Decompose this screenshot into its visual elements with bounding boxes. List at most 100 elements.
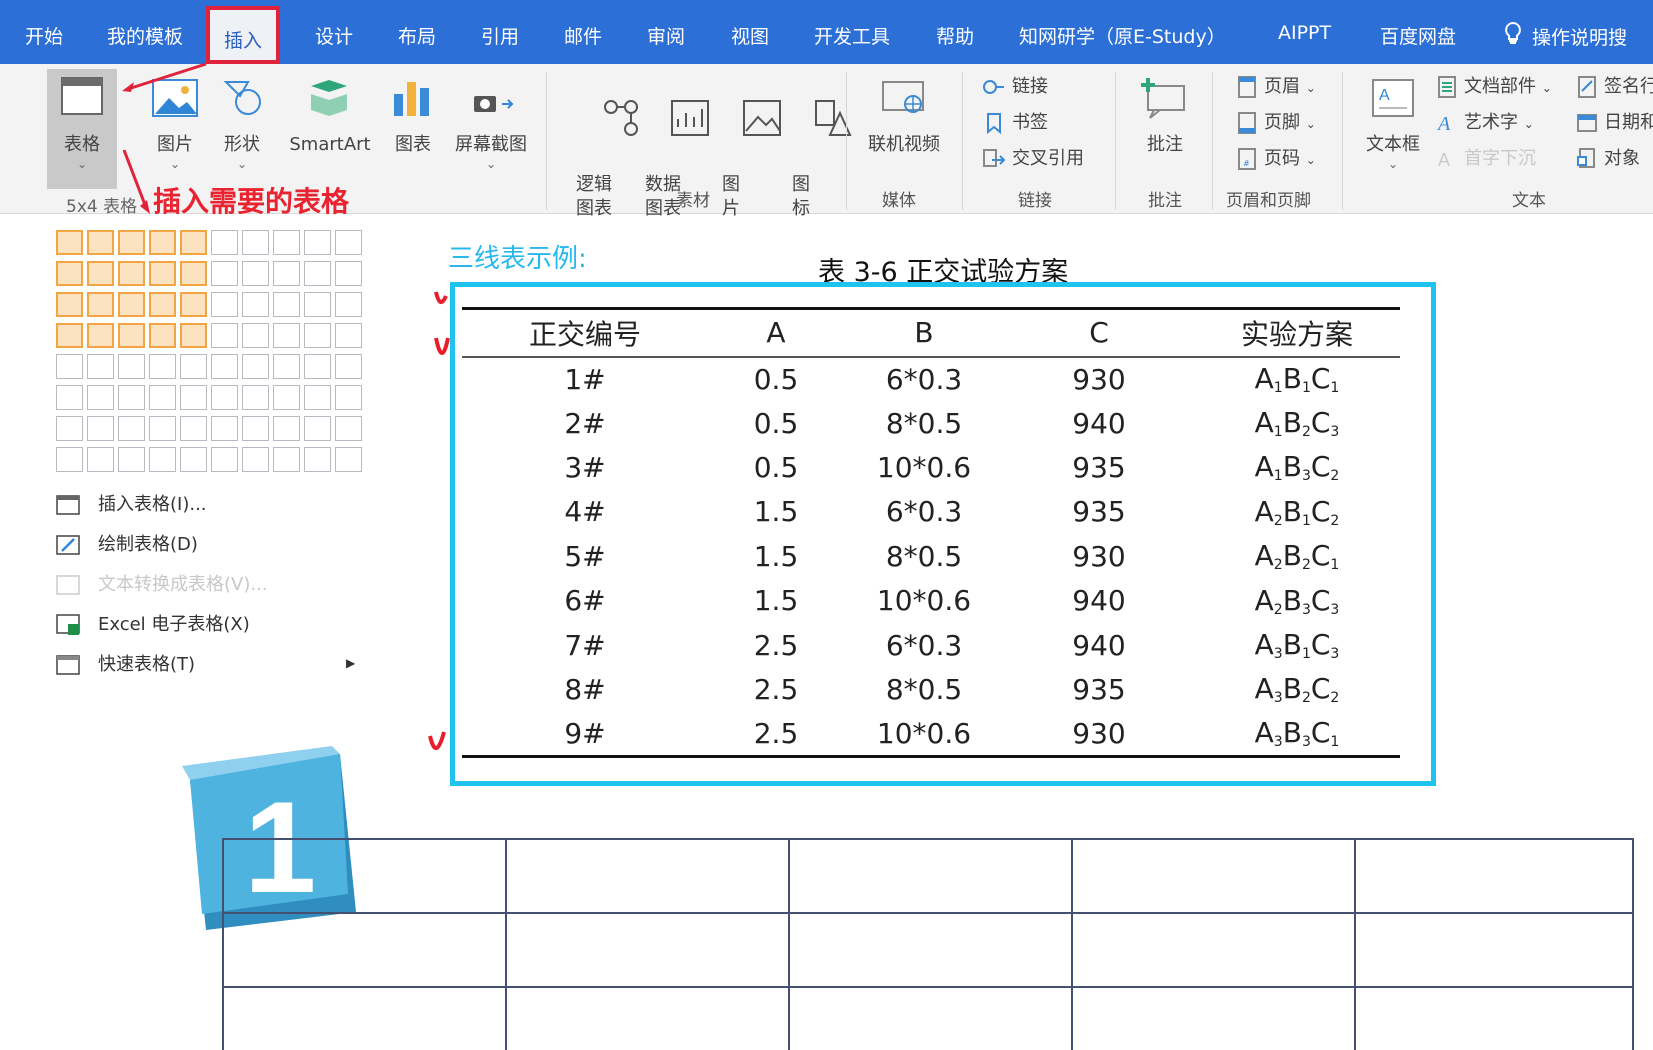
scheme-cell: A3B3C1 <box>1194 711 1400 758</box>
subscript: 3 <box>1273 646 1283 663</box>
table-cell: 1.5 <box>753 539 799 573</box>
table-border <box>222 986 1633 988</box>
red-arrowhead-icon <box>122 82 134 92</box>
table-cell: 2.5 <box>753 672 799 706</box>
table-cell: 8# <box>564 672 606 706</box>
table-cell: 10*0.6 <box>876 450 972 484</box>
header-cell: A <box>708 307 844 358</box>
subscript: 3 <box>1301 468 1311 485</box>
scheme-cell: A3B2C2 <box>1254 672 1340 707</box>
word-window: 开始 我的模板 插入 设计 布局 引用 邮件 审阅 视图 开发工具 帮助 知网研… <box>0 0 1653 1050</box>
subscript: 3 <box>1330 646 1340 663</box>
table-border <box>1354 838 1356 1050</box>
subscript: 3 <box>1330 424 1340 441</box>
table-cell: 930 <box>1072 362 1126 396</box>
table-border <box>1632 838 1634 1050</box>
subscript: 1 <box>1273 380 1283 397</box>
subscript: 1 <box>1301 646 1311 663</box>
subscript: 1 <box>1330 380 1340 397</box>
table-row: 7# 2.5 6*0.3 940 A3B1C3 <box>462 623 1400 667</box>
subscript: 2 <box>1273 557 1283 574</box>
table-cell: 10*0.6 <box>844 711 1004 758</box>
red-arrow-line <box>127 62 207 91</box>
subscript: 1 <box>1301 380 1311 397</box>
table-row: 4# 1.5 6*0.3 935 A2B1C2 <box>462 490 1400 534</box>
red-arrowhead-icon <box>140 200 150 214</box>
subscript: 2 <box>1301 424 1311 441</box>
table-cell: 940 <box>1072 584 1126 618</box>
table-row: 6# 1.5 10*0.6 940 A2B3C3 <box>462 578 1400 622</box>
table-cell: 6*0.3 <box>885 628 963 662</box>
table-row: 9# 2.5 10*0.6 930 A3B3C1 <box>462 711 1400 758</box>
scheme-cell: A2B1C2 <box>1254 494 1340 529</box>
table-cell: 935 <box>1072 672 1126 706</box>
table-cell: 940 <box>1072 628 1126 662</box>
table-row: 1# 0.5 6*0.3 930 A1B1C1 <box>462 357 1400 401</box>
table-cell: 930 <box>1072 539 1126 573</box>
subscript: 3 <box>1273 690 1283 707</box>
header-cell: B <box>844 307 1004 358</box>
table-cell: 0.5 <box>753 362 799 396</box>
subscript: 1 <box>1330 557 1340 574</box>
table-cell: 2.5 <box>708 711 844 758</box>
table-border <box>1071 838 1073 1050</box>
subscript: 2 <box>1330 690 1340 707</box>
table-row: 8# 2.5 8*0.5 935 A3B2C2 <box>462 667 1400 711</box>
table-cell: 2.5 <box>753 628 799 662</box>
table-cell: 4# <box>564 495 606 529</box>
table-border <box>505 838 507 1050</box>
table-cell: 6# <box>564 584 606 618</box>
subscript: 3 <box>1301 601 1311 618</box>
subscript: 3 <box>1273 734 1283 751</box>
red-checkmark-icon <box>428 731 446 750</box>
table-border <box>788 838 790 1050</box>
table-cell: 8*0.5 <box>885 539 963 573</box>
subscript: 2 <box>1301 557 1311 574</box>
subscript: 2 <box>1273 601 1283 618</box>
subscript: 2 <box>1330 468 1340 485</box>
table-cell: 935 <box>1072 450 1126 484</box>
table-row: 2# 0.5 8*0.5 940 A1B2C3 <box>462 401 1400 445</box>
step-number: 1 <box>244 774 316 920</box>
table-cell: 3# <box>564 450 606 484</box>
table-cell: 5# <box>564 539 606 573</box>
table-cell: 940 <box>1072 406 1126 440</box>
subscript: 1 <box>1273 468 1283 485</box>
three-line-table-example-label: 三线表示例: <box>448 244 587 274</box>
subscript: 2 <box>1330 512 1340 529</box>
table-row: 3# 0.5 10*0.6 935 A1B3C2 <box>462 445 1400 489</box>
table-cell: 9# <box>462 711 708 758</box>
subscript: 2 <box>1273 512 1283 529</box>
table-cell: 6*0.3 <box>885 495 963 529</box>
header-cell: 实验方案 <box>1194 307 1400 358</box>
three-line-table: 正交编号 A B C 实验方案 1# 0.5 6*0.3 930 A1B1C1 2# 0.5… <box>462 307 1400 758</box>
table-cell: 10*0.6 <box>876 584 972 618</box>
table-border <box>222 912 1633 914</box>
subscript: 2 <box>1301 690 1311 707</box>
table-cell: 7# <box>564 628 606 662</box>
subscript: 3 <box>1330 601 1340 618</box>
table-cell: 1.5 <box>753 495 799 529</box>
subscript: 3 <box>1301 734 1311 751</box>
scheme-cell: A1B2C3 <box>1254 406 1340 441</box>
table-row: 5# 1.5 8*0.5 930 A2B2C1 <box>462 534 1400 578</box>
table-cell: 8*0.5 <box>885 406 963 440</box>
red-checkmark-icon <box>434 337 450 355</box>
table-cell: 0.5 <box>753 450 799 484</box>
red-checkmark-icon <box>434 291 448 304</box>
table-cell: 930 <box>1004 711 1194 758</box>
insert-table-hint: 插入需要的表格 <box>153 185 350 218</box>
table-cell: 1# <box>564 362 606 396</box>
table-cell: 0.5 <box>753 406 799 440</box>
scheme-cell: A3B1C3 <box>1254 628 1340 663</box>
subscript: 1 <box>1273 424 1283 441</box>
scheme-cell: A1B3C2 <box>1254 450 1340 485</box>
table-header-row: 正交编号 A B C 实验方案 <box>462 307 1400 358</box>
table-cell: 8*0.5 <box>885 672 963 706</box>
scheme-cell: A1B1C1 <box>1254 362 1340 397</box>
subscript: 1 <box>1330 734 1340 751</box>
table-body: 1# 0.5 6*0.3 930 A1B1C1 2# 0.5 8*0.5 940 A1B2C3 3#… <box>462 357 1400 758</box>
scheme-cell: A2B3C3 <box>1254 583 1340 618</box>
header-cell: 正交编号 <box>462 307 708 358</box>
table-border <box>222 838 224 1050</box>
